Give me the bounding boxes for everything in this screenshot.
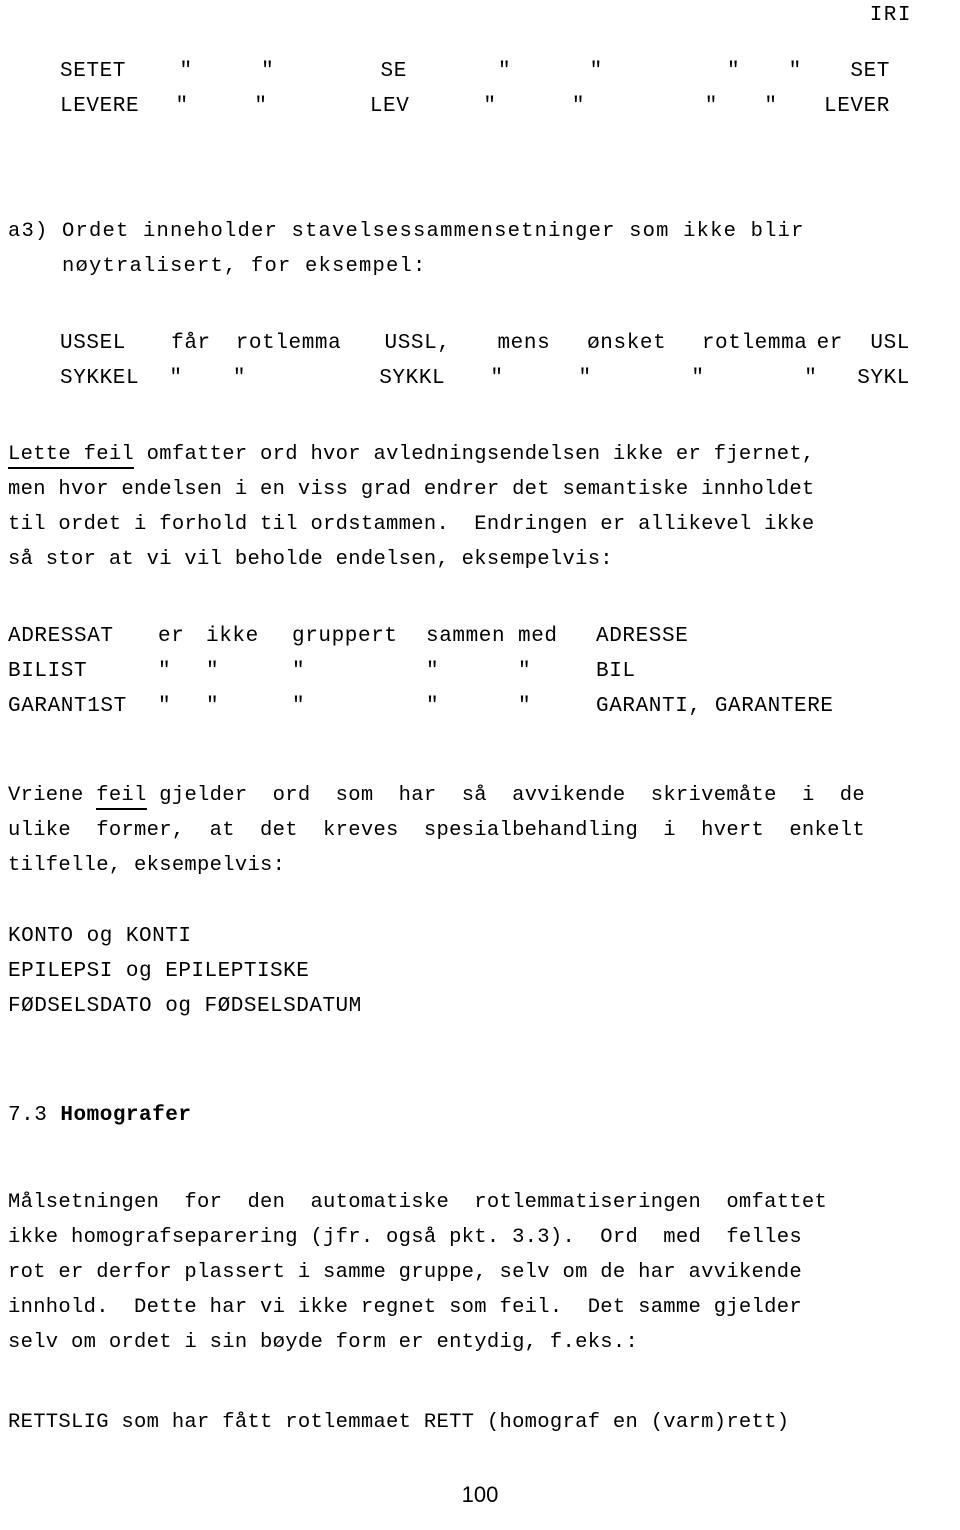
table-row: SETET " " SE " " " " SET <box>60 60 890 95</box>
vriene-feil-prefix: Vriene <box>8 784 97 807</box>
lette-feil-line-3: til ordet i forhold til ordstammen. Endr… <box>8 513 815 536</box>
table-cell: med <box>518 625 558 648</box>
table-cell: " <box>254 95 268 118</box>
table-cell: USSEL <box>60 332 127 355</box>
vriene-feil-line-3: tilfelle, eksempelvis: <box>8 854 286 877</box>
table-cell: GARANT1ST <box>8 695 127 718</box>
table-cell: er <box>816 332 844 355</box>
table-cell: " <box>292 660 306 683</box>
item-a3-line-1: a3) Ordet inneholder stavelsessammensetn… <box>8 220 805 243</box>
table-cell: ønsket <box>587 332 667 355</box>
table-cell: " <box>206 660 220 683</box>
table-cell: " <box>571 95 586 118</box>
table-cell: " <box>158 695 172 718</box>
table-row: USSEL får rotlemma USSL, mens ønsket rot… <box>60 332 910 367</box>
table-cell: " <box>691 367 705 390</box>
table-cell: " <box>490 367 504 390</box>
lette-feil-line-2: men hvor endelsen i en viss grad endrer … <box>8 478 815 501</box>
table-cell: " <box>498 60 512 83</box>
table-cell: " <box>206 695 220 718</box>
table-cell: ADRESSAT <box>8 625 114 648</box>
rettslig-example: RETTSLIG som har fått rotlemmaet RETT (h… <box>8 1411 790 1434</box>
table-cell: " <box>518 660 532 683</box>
vriene-feil-line-2: ulike former, at det kreves spesialbehan… <box>8 819 865 842</box>
vriene-feil-term: feil <box>96 784 147 810</box>
list-item: FØDSELSDATO og FØDSELSDATUM <box>8 995 362 1018</box>
scanned-page: IRI SETET " " SE " " " " SET LEVERE " " … <box>0 0 960 1530</box>
table-cell: " <box>704 95 718 118</box>
table-cell: " <box>292 695 306 718</box>
table-cell: SYKKL <box>379 367 446 390</box>
lette-feil-rest: omfatter ord hvor avledningsendelsen ikk… <box>134 443 815 466</box>
table-cell: rotlemma <box>235 332 342 355</box>
table-cell: " <box>175 95 189 118</box>
table-cell: ikke <box>206 625 259 648</box>
table-cell: " <box>158 660 172 683</box>
lette-feil-line-4: så stor at vi vil beholde endelsen, ekse… <box>8 548 613 571</box>
table-row: ADRESSAT er ikke gruppert sammen med ADR… <box>8 625 908 660</box>
table-cell: får <box>171 332 211 355</box>
lette-feil-term: Lette feil <box>8 443 135 469</box>
table-cell: SET <box>850 60 890 83</box>
item-a3-line-2: nøytralisert, for eksempel: <box>8 255 427 278</box>
homografer-line-5: selv om ordet i sin bøyde form er entydi… <box>8 1331 639 1354</box>
lette-feil-line-1: Lette feil omfatter ord hvor avledningse… <box>8 437 815 472</box>
table-cell: BILIST <box>8 660 88 683</box>
table-row: GARANT1ST " " " " " GARANTI, GARANTERE <box>8 695 908 730</box>
table-cell: mens <box>497 332 551 355</box>
table-cell: " <box>788 60 802 83</box>
table-cell: " <box>232 367 247 390</box>
table-cell: BIL <box>596 660 636 683</box>
list-item: EPILEPSI og EPILEPTISKE <box>8 960 310 983</box>
table-cell: " <box>483 95 497 118</box>
vriene-feil-line-1: Vriene feil gjelder ord som har så avvik… <box>8 778 865 813</box>
table-cell: " <box>426 660 440 683</box>
table-row: SYKKEL " " SYKKL " " " " SYKL <box>60 367 910 402</box>
table-cell: SE <box>380 60 407 83</box>
example-table-a3: USSEL får rotlemma USSL, mens ønsket rot… <box>60 332 910 402</box>
list-item: KONTO og KONTI <box>8 925 192 948</box>
table-cell: SYKL <box>857 367 910 390</box>
table-cell: " <box>426 695 440 718</box>
homografer-line-3: rot er derfor plassert i samme gruppe, s… <box>8 1261 802 1284</box>
table-cell: sammen <box>426 625 506 648</box>
table-cell: " <box>578 367 592 390</box>
table-cell: " <box>169 367 183 390</box>
vriene-feil-rest: gjelder ord som har så avvikende skrivem… <box>146 784 865 807</box>
table-cell: er <box>158 625 185 648</box>
section-title: Homografer <box>60 1104 192 1127</box>
table-cell: " <box>804 367 818 390</box>
table-row: BILIST " " " " " BIL <box>8 660 908 695</box>
adressat-table: ADRESSAT er ikke gruppert sammen med ADR… <box>8 625 908 730</box>
table-cell: LEVER <box>824 95 891 118</box>
section-heading: 7.3 Homografer <box>8 1104 191 1127</box>
continuation-table: SETET " " SE " " " " SET LEVERE " " LEV … <box>60 60 890 130</box>
table-cell: GARANTI, GARANTERE <box>596 695 834 718</box>
table-row: LEVERE " " LEV " " " " LEVER <box>60 95 890 130</box>
table-cell: " <box>589 60 603 83</box>
table-cell: LEVERE <box>60 95 140 118</box>
homografer-line-1: Målsetningen for den automatiske rotlemm… <box>8 1191 828 1214</box>
table-cell: " <box>179 60 193 83</box>
table-cell: SYKKEL <box>60 367 140 390</box>
table-cell: SETET <box>60 60 127 83</box>
table-cell: " <box>726 60 741 83</box>
homografer-line-2: ikke homografseparering (jfr. også pkt. … <box>8 1226 802 1249</box>
table-cell: USSL, <box>384 332 451 355</box>
table-cell: LEV <box>369 95 410 118</box>
running-head: IRI <box>869 4 912 27</box>
section-number: 7.3 <box>8 1104 61 1127</box>
page-number: 100 <box>461 1482 499 1507</box>
table-cell: USL <box>870 332 910 355</box>
table-cell: gruppert <box>292 625 398 648</box>
table-cell: " <box>764 95 778 118</box>
table-cell: " <box>518 695 532 718</box>
homografer-line-4: innhold. Dette har vi ikke regnet som fe… <box>8 1296 802 1319</box>
table-cell: rotlemma <box>701 332 808 355</box>
table-cell: ADRESSE <box>596 625 689 648</box>
table-cell: " <box>261 60 275 83</box>
